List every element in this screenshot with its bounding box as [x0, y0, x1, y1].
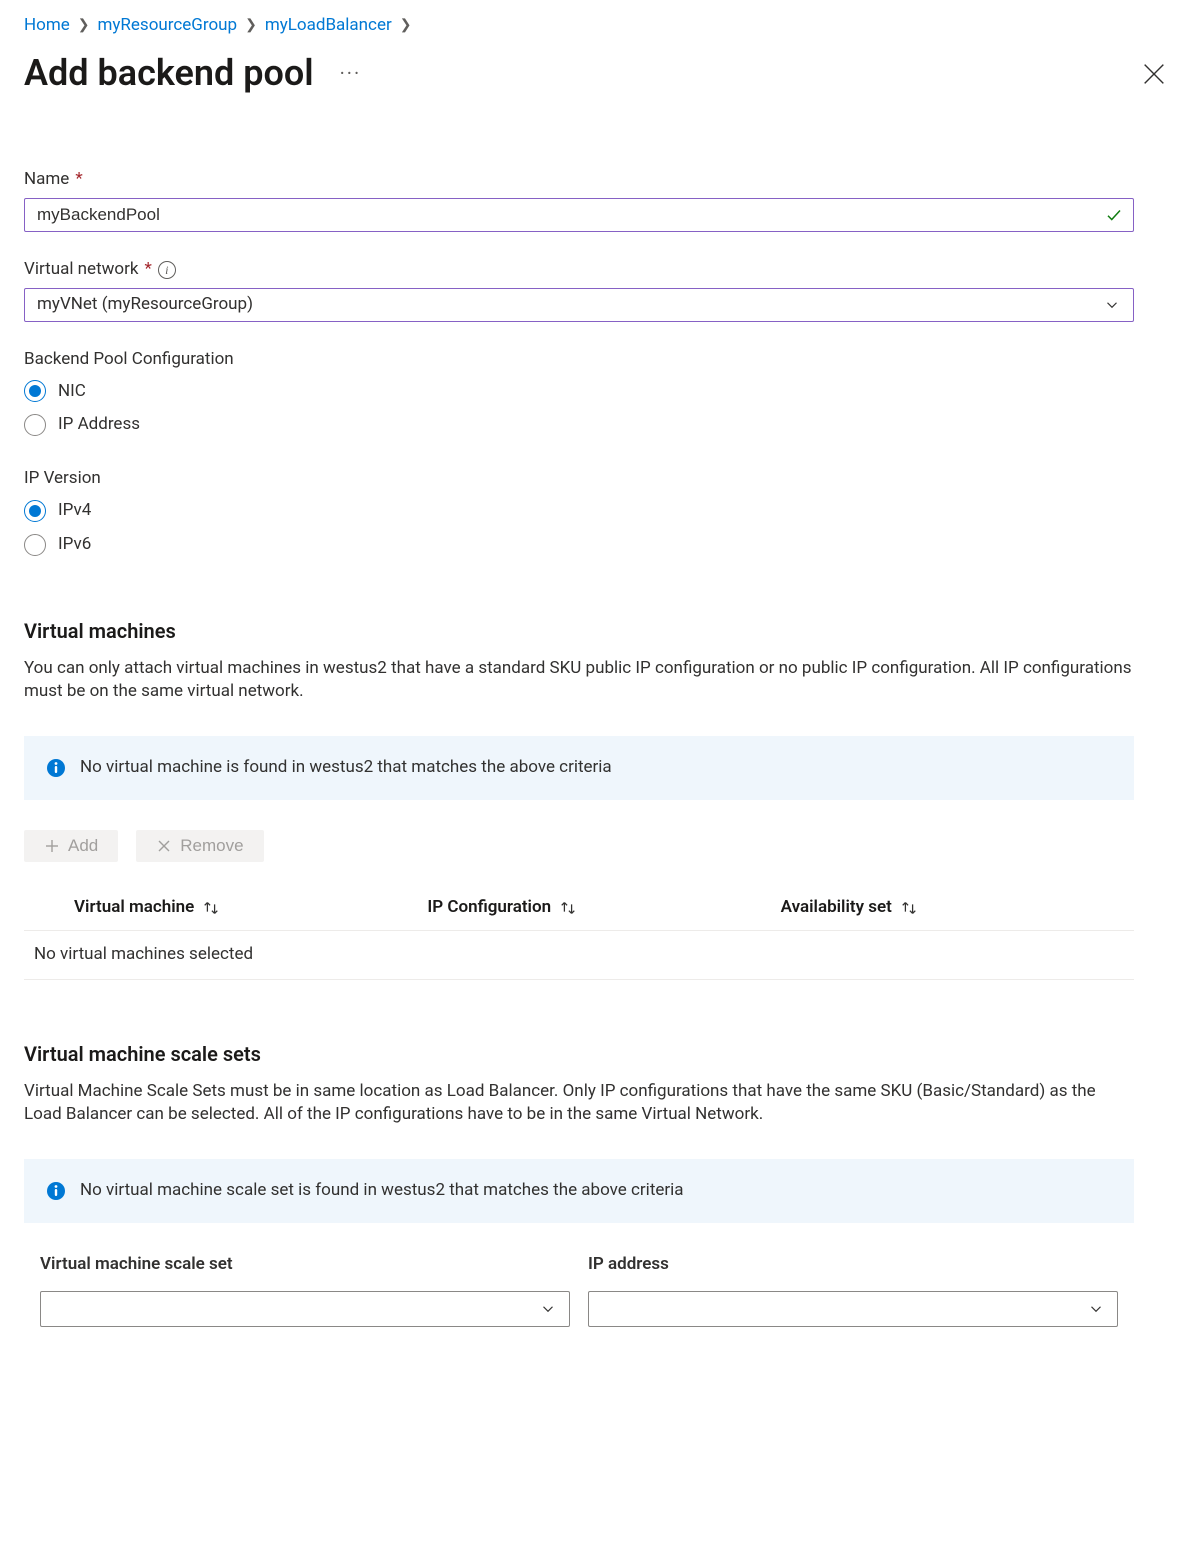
- name-label: Name *: [24, 168, 1134, 192]
- chevron-right-icon: ❯: [400, 16, 412, 36]
- vmss-info-text: No virtual machine scale set is found in…: [80, 1179, 684, 1203]
- sort-icon: [559, 899, 577, 917]
- close-button[interactable]: [1140, 60, 1168, 88]
- info-icon[interactable]: i: [158, 261, 176, 279]
- page-title: Add backend pool: [24, 48, 314, 98]
- vmss-section-desc: Virtual Machine Scale Sets must be in sa…: [24, 1080, 1134, 1128]
- radio-label: IP Address: [58, 413, 140, 437]
- radio-label: IPv6: [58, 533, 91, 557]
- ip-version-label: IP Version: [24, 467, 1134, 491]
- column-header-availset[interactable]: Availability set: [781, 896, 1134, 920]
- required-indicator: *: [144, 258, 151, 282]
- vmss-section-title: Virtual machine scale sets: [24, 1040, 1134, 1068]
- column-header-ipconfig[interactable]: IP Configuration: [427, 896, 780, 920]
- more-actions-button[interactable]: ···: [334, 55, 368, 91]
- radio-option-ipaddress[interactable]: IP Address: [24, 413, 1134, 437]
- radio-label: NIC: [58, 380, 86, 404]
- plus-icon: [44, 838, 60, 854]
- info-filled-icon: [46, 758, 66, 778]
- add-button[interactable]: Add: [24, 830, 118, 862]
- sort-icon: [900, 899, 918, 917]
- name-input-wrap: [24, 198, 1134, 232]
- radio-icon: [24, 380, 46, 402]
- breadcrumb-link-home[interactable]: Home: [24, 14, 70, 38]
- sort-icon: [202, 899, 220, 917]
- ipaddress-select[interactable]: [588, 1291, 1118, 1327]
- radio-label: IPv4: [58, 499, 91, 523]
- chevron-right-icon: ❯: [245, 16, 257, 36]
- name-input[interactable]: [37, 199, 1121, 231]
- breadcrumb: Home ❯ myResourceGroup ❯ myLoadBalancer …: [24, 14, 1176, 38]
- vmss-col2-header: IP address: [588, 1253, 1118, 1277]
- vm-section-title: Virtual machines: [24, 617, 1134, 645]
- remove-button[interactable]: Remove: [136, 830, 263, 862]
- vm-info-box: No virtual machine is found in westus2 t…: [24, 736, 1134, 800]
- vmss-col1-header: Virtual machine scale set: [40, 1253, 570, 1277]
- backend-config-label: Backend Pool Configuration: [24, 348, 1134, 372]
- vnet-select-value: myVNet (myResourceGroup): [37, 293, 253, 317]
- chevron-down-icon: [1087, 1300, 1105, 1318]
- radio-icon: [24, 500, 46, 522]
- vm-section-desc: You can only attach virtual machines in …: [24, 657, 1134, 705]
- close-icon: [1140, 60, 1168, 88]
- radio-icon: [24, 534, 46, 556]
- checkmark-icon: [1105, 206, 1123, 224]
- column-header-vm[interactable]: Virtual machine: [74, 896, 427, 920]
- vmss-info-box: No virtual machine scale set is found in…: [24, 1159, 1134, 1223]
- vnet-label: Virtual network * i: [24, 258, 1134, 282]
- required-indicator: *: [75, 168, 82, 192]
- close-icon: [156, 838, 172, 854]
- vnet-select[interactable]: myVNet (myResourceGroup): [24, 288, 1134, 322]
- breadcrumb-link-lb[interactable]: myLoadBalancer: [265, 14, 392, 38]
- breadcrumb-link-rg[interactable]: myResourceGroup: [97, 14, 237, 38]
- vm-table-empty: No virtual machines selected: [24, 931, 1134, 980]
- chevron-down-icon: [1103, 296, 1121, 314]
- radio-option-ipv4[interactable]: IPv4: [24, 499, 1134, 523]
- radio-option-ipv6[interactable]: IPv6: [24, 533, 1134, 557]
- vm-table: Virtual machine IP Configuration Availab…: [24, 886, 1134, 980]
- radio-icon: [24, 414, 46, 436]
- chevron-down-icon: [539, 1300, 557, 1318]
- vmss-select[interactable]: [40, 1291, 570, 1327]
- chevron-right-icon: ❯: [78, 16, 90, 36]
- info-filled-icon: [46, 1181, 66, 1201]
- vm-info-text: No virtual machine is found in westus2 t…: [80, 756, 612, 780]
- radio-option-nic[interactable]: NIC: [24, 380, 1134, 404]
